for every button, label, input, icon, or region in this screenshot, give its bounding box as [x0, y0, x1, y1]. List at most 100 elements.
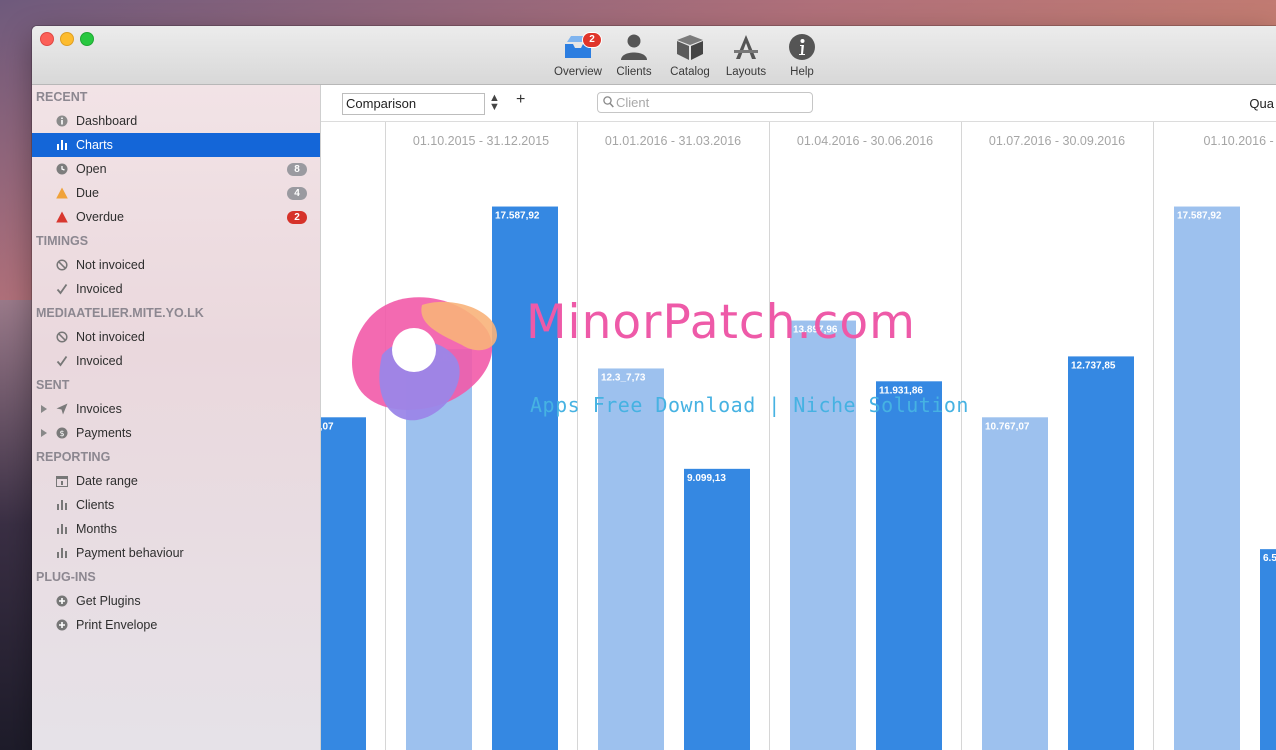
bar-chart-icon [56, 523, 68, 535]
sidebar-item-get-plugins[interactable]: Get Plugins [32, 589, 320, 613]
toolbar-clients-button[interactable]: Clients [606, 30, 662, 78]
section-header-sent: SENT [36, 378, 70, 392]
person-icon [617, 30, 651, 64]
app-window: 2 Overview Clients Catalog Layouts Help … [32, 26, 1276, 750]
sidebar-item-label: Invoices [76, 402, 122, 416]
sidebar-item-label: Not invoiced [76, 258, 145, 272]
titlebar: 2 Overview Clients Catalog Layouts Help [32, 26, 1276, 85]
chart-svg: 09.2015767,0701.10.2015 - 31.12.201512.9… [321, 122, 1276, 750]
sidebar: RECENT Dashboard Charts Open 8 Due 4 Ove… [32, 85, 321, 750]
sidebar-item-label: Dashboard [76, 114, 138, 128]
bar-chart-icon [56, 139, 68, 151]
sidebar-item-label: Invoiced [76, 354, 123, 368]
sidebar-item-account-invoiced[interactable]: Invoiced [32, 349, 320, 373]
bar-current [1260, 549, 1276, 750]
period-label: 01.04.2016 - 30.06.2016 [797, 134, 933, 148]
plus-circle-icon [56, 595, 68, 607]
sidebar-item-open[interactable]: Open 8 [32, 157, 320, 181]
select-stepper-icon[interactable]: ▲ ▼ [489, 93, 500, 113]
toolbar-layouts-label: Layouts [725, 66, 767, 78]
sidebar-item-date-range[interactable]: Date range [32, 469, 320, 493]
main-content: Comparison ▲▼ + Qua 09.2015767,0701.10.2… [321, 85, 1276, 750]
sidebar-item-payments[interactable]: $ Payments [32, 421, 320, 445]
info-icon [785, 30, 819, 64]
bar-current [321, 417, 366, 750]
toolbar-layouts-button[interactable]: Layouts [718, 30, 774, 78]
sidebar-item-label: Invoiced [76, 282, 123, 296]
due-count-badge: 4 [287, 187, 307, 200]
sidebar-item-print-envelope[interactable]: Print Envelope [32, 613, 320, 637]
filter-bar: Comparison ▲▼ + Qua [321, 85, 1276, 122]
sidebar-item-label: Not invoiced [76, 330, 145, 344]
sidebar-item-invoices[interactable]: Invoices [32, 397, 320, 421]
checkmark-icon [56, 355, 68, 367]
sidebar-item-account-not-invoiced[interactable]: Not invoiced [32, 325, 320, 349]
toolbar-help-button[interactable]: Help [774, 30, 830, 78]
window-zoom-button[interactable] [80, 32, 94, 46]
bar-current-value-label: 6.5 [1263, 553, 1276, 564]
comparison-chart: 09.2015767,0701.10.2015 - 31.12.201512.9… [321, 122, 1276, 750]
warning-orange-icon [56, 187, 68, 199]
section-header-recent: RECENT [36, 90, 88, 104]
sidebar-item-timings-invoiced[interactable]: Invoiced [32, 277, 320, 301]
bar-current [876, 381, 942, 750]
no-entry-icon [56, 259, 68, 271]
toolbar-overview-button[interactable]: 2 Overview [550, 30, 606, 78]
bar-previous [598, 368, 664, 750]
window-minimize-button[interactable] [60, 32, 74, 46]
open-count-badge: 8 [287, 163, 307, 176]
client-search-input[interactable] [616, 93, 806, 112]
bar-previous [982, 417, 1048, 750]
sidebar-item-label: Get Plugins [76, 594, 141, 608]
add-button[interactable]: + [516, 91, 525, 109]
bar-current [684, 468, 750, 750]
period-label: 01.07.2016 - 30.09.2016 [989, 134, 1125, 148]
checkmark-icon [56, 283, 68, 295]
info-circle-icon [56, 115, 68, 127]
bar-current-value-label: 12.737,85 [1071, 360, 1116, 371]
section-header-plugins: PLUG-INS [36, 570, 96, 584]
toolbar-catalog-label: Catalog [670, 66, 710, 78]
bar-current-value-label: 9.099,13 [687, 473, 726, 484]
sidebar-item-report-months[interactable]: Months [32, 517, 320, 541]
no-entry-icon [56, 331, 68, 343]
main-toolbar: 2 Overview Clients Catalog Layouts Help [550, 30, 830, 78]
overdue-count-badge: 2 [287, 211, 307, 224]
clock-icon [56, 163, 68, 175]
sidebar-item-charts[interactable]: Charts [32, 133, 320, 157]
coin-icon: $ [56, 427, 68, 439]
period-selector[interactable]: Qua [1249, 96, 1274, 111]
bar-chart-icon [56, 499, 68, 511]
toolbar-overview-label: Overview [554, 66, 602, 78]
period-label: 01.10.2016 - 31. [1203, 134, 1276, 148]
sidebar-item-label: Overdue [76, 210, 124, 224]
disclosure-triangle-icon[interactable] [41, 405, 47, 413]
bar-previous-value-label: 12.9_3,81 [409, 353, 454, 364]
search-icon [603, 96, 614, 111]
bar-previous-value-label: 12.3_7,73 [601, 372, 646, 383]
toolbar-catalog-button[interactable]: Catalog [662, 30, 718, 78]
bar-previous-value-label: 17.587,92 [1177, 211, 1222, 222]
bar-previous-value-label: 10.767,07 [985, 421, 1030, 432]
period-label: 01.01.2016 - 31.03.2016 [605, 134, 741, 148]
period-label: 01.10.2015 - 31.12.2015 [413, 134, 549, 148]
sidebar-item-report-clients[interactable]: Clients [32, 493, 320, 517]
overview-badge: 2 [582, 32, 602, 48]
bar-current [492, 206, 558, 750]
bar-current [1068, 356, 1134, 750]
client-search-field[interactable] [597, 92, 813, 113]
sidebar-item-due[interactable]: Due 4 [32, 181, 320, 205]
bar-previous [406, 349, 472, 750]
comparison-select[interactable]: Comparison [342, 93, 485, 115]
section-header-timings: TIMINGS [36, 234, 89, 248]
box-icon [673, 30, 707, 64]
sidebar-item-overdue[interactable]: Overdue 2 [32, 205, 320, 229]
toolbar-clients-label: Clients [616, 66, 652, 78]
disclosure-triangle-icon[interactable] [41, 429, 47, 437]
window-close-button[interactable] [40, 32, 54, 46]
sidebar-item-payment-behaviour[interactable]: Payment behaviour [32, 541, 320, 565]
sidebar-item-dashboard[interactable]: Dashboard [32, 109, 320, 133]
toolbar-help-label: Help [790, 66, 814, 78]
sidebar-item-timings-not-invoiced[interactable]: Not invoiced [32, 253, 320, 277]
bar-previous-value-label: 13.897,96 [793, 325, 838, 336]
